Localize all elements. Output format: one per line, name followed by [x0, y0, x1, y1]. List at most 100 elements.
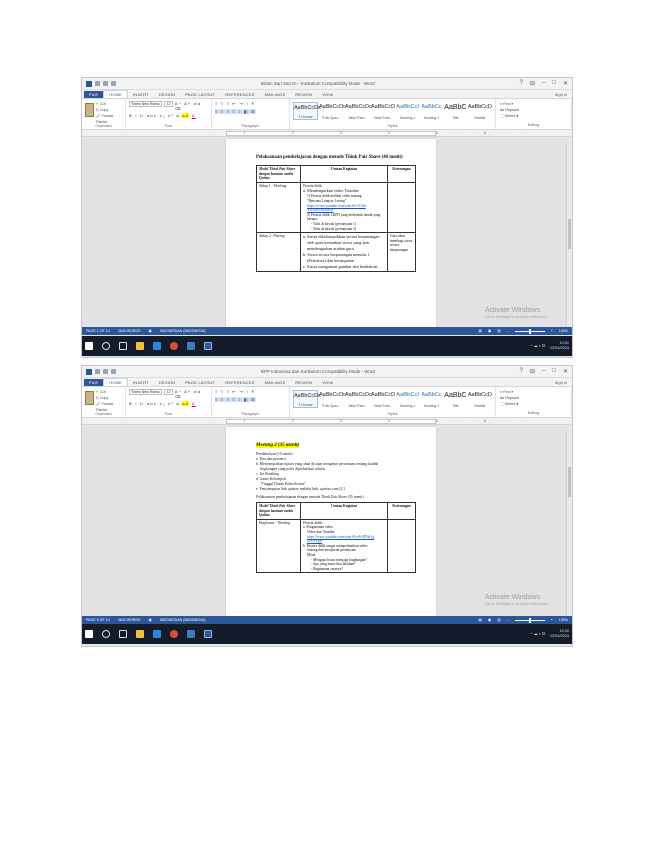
- tab-review[interactable]: REVIEW: [290, 379, 317, 386]
- page-count[interactable]: PAGE 5 OF 14: [86, 618, 110, 622]
- minimize-button[interactable]: –: [542, 80, 545, 87]
- close-button[interactable]: ✕: [563, 368, 568, 375]
- tab-design[interactable]: DESIGN: [154, 379, 181, 386]
- vertical-scrollbar[interactable]: [566, 427, 572, 616]
- font-name-select[interactable]: Times New Roma: [129, 101, 163, 107]
- file-explorer-icon[interactable]: [136, 630, 144, 638]
- font-color-icon[interactable]: A: [192, 113, 196, 118]
- tab-review[interactable]: REVIEW: [290, 91, 317, 98]
- tab-insert[interactable]: INSERT: [128, 379, 154, 386]
- style-normal[interactable]: AaBbCcDc ¶ Normal: [293, 390, 321, 408]
- tab-design[interactable]: DESIGN: [154, 91, 181, 98]
- font-color-icon[interactable]: A: [192, 401, 196, 406]
- proofing-icon[interactable]: ▣: [148, 329, 151, 333]
- page-count[interactable]: PAGE 1 OF 14: [86, 329, 110, 333]
- style-title[interactable]: AaBbC Title: [444, 390, 467, 408]
- zoom-in-icon[interactable]: +: [551, 329, 553, 333]
- help-button[interactable]: ?: [520, 80, 523, 87]
- maximize-button[interactable]: □: [552, 80, 556, 87]
- list-buttons[interactable]: ≡ ≡ ≡ ⇤ ⇥ ↕ ¶: [215, 389, 286, 394]
- highlight-icon[interactable]: ab: [182, 401, 190, 406]
- tray-icons[interactable]: ^ ☁ ◖ ⊟: [531, 632, 545, 637]
- select-button[interactable]: ⬚ Select ▾: [500, 401, 568, 407]
- sign-in-link[interactable]: Sign in: [555, 92, 570, 97]
- font-format-buttons[interactable]: B I U abc x₂ x² A ab A: [129, 113, 208, 118]
- style-table-paragraph-2[interactable]: AaBbCcD Table Para...: [371, 102, 395, 120]
- zoom-slider[interactable]: [514, 328, 545, 334]
- undo-icon[interactable]: [103, 81, 108, 86]
- scroll-thumb[interactable]: [568, 467, 571, 497]
- read-mode-icon[interactable]: ▤: [478, 329, 481, 333]
- read-mode-icon[interactable]: ▤: [478, 618, 481, 622]
- style-subtitle[interactable]: AaBbCcD Subtitle: [468, 102, 492, 120]
- start-icon[interactable]: [85, 342, 93, 350]
- tab-file[interactable]: FILE: [84, 378, 104, 386]
- store-icon[interactable]: [153, 342, 161, 350]
- align-buttons[interactable]: ≡ ≡ ≡ ≡ ↕ ◧ ⊞: [215, 109, 286, 114]
- help-button[interactable]: ?: [520, 368, 523, 375]
- style-subtitle[interactable]: AaBbCcD Subtitle: [468, 390, 492, 408]
- minimize-button[interactable]: –: [542, 368, 545, 375]
- style-heading-1[interactable]: AaBbCcI Heading 1: [396, 102, 419, 120]
- style-normal[interactable]: AaBbCcDc ¶ Normal: [293, 102, 321, 120]
- chrome-icon[interactable]: [170, 342, 178, 350]
- word-taskbar-icon[interactable]: [204, 342, 212, 350]
- print-layout-icon[interactable]: ▣: [488, 329, 491, 333]
- style-table-paragraph[interactable]: AaBbCcDc Table Para...: [345, 390, 372, 408]
- start-icon[interactable]: [85, 630, 93, 638]
- document-page[interactable]: Meeting 2 (35 menit) Pendahuluan (10 men…: [226, 427, 436, 616]
- font-size-buttons[interactable]: A^ A˅ Aa ⌫: [175, 101, 208, 111]
- web-layout-icon[interactable]: ▥: [497, 618, 500, 622]
- zoom-level[interactable]: 100%: [559, 329, 568, 333]
- zoom-out-icon[interactable]: –: [507, 329, 509, 333]
- vertical-scrollbar[interactable]: [566, 139, 572, 327]
- close-button[interactable]: ✕: [563, 80, 568, 87]
- highlight-icon[interactable]: ab: [182, 113, 190, 118]
- style-heading-2[interactable]: AaBbCc Heading 2: [420, 102, 443, 120]
- tab-mailings[interactable]: MAILINGS: [260, 91, 291, 98]
- save-icon[interactable]: [95, 81, 100, 86]
- ribbon-display-button[interactable]: ⊟: [530, 80, 535, 87]
- paste-button[interactable]: [85, 391, 95, 405]
- search-icon[interactable]: [102, 630, 110, 638]
- font-size-buttons[interactable]: A^ A˅ Aa ⌫: [175, 389, 208, 399]
- proofing-icon[interactable]: ▣: [148, 618, 151, 622]
- style-table-paragraph-2[interactable]: AaBbCcD Table Para...: [371, 390, 395, 408]
- tab-home[interactable]: HOME: [103, 378, 129, 386]
- font-size-select[interactable]: 12: [164, 389, 173, 395]
- search-icon[interactable]: [102, 342, 110, 350]
- tab-page-layout[interactable]: PAGE LAYOUT: [180, 91, 220, 98]
- tab-page-layout[interactable]: PAGE LAYOUT: [180, 379, 220, 386]
- tab-file[interactable]: FILE: [84, 90, 104, 98]
- sign-in-link[interactable]: Sign in: [555, 380, 570, 385]
- tray-icons[interactable]: ^ ☁ ◖ ⊟: [531, 344, 545, 349]
- undo-icon[interactable]: [103, 369, 108, 374]
- system-tray[interactable]: ^ ☁ ◖ ⊟ 10:01 12/04/2024: [531, 341, 569, 351]
- style-heading-1[interactable]: AaBbCcI Heading 1: [396, 390, 419, 408]
- language[interactable]: INDONESIAN (INDONESIA): [160, 618, 206, 622]
- style-table-paragraph[interactable]: AaBbCcDc Table Para...: [345, 102, 372, 120]
- store-icon[interactable]: [153, 630, 161, 638]
- horizontal-ruler[interactable]: · 1 · · · 2 · · · 3 · · · 4 · · · 5 · · …: [82, 130, 572, 137]
- zoom-out-icon[interactable]: –: [507, 618, 509, 622]
- list-buttons[interactable]: ≡ ≡ ≡ ⇤ ⇥ ↕ ¶: [215, 101, 286, 106]
- style-no-spacing[interactable]: AaBbCcDc ¶ No Spac...: [319, 390, 346, 408]
- scroll-thumb[interactable]: [568, 219, 571, 249]
- word-count[interactable]: 3843 WORDS: [118, 329, 141, 333]
- align-buttons[interactable]: ≡ ≡ ≡ ≡ ↕ ◧ ⊞: [215, 397, 286, 402]
- ribbon-display-button[interactable]: ⊟: [530, 368, 535, 375]
- chrome-icon[interactable]: [170, 630, 178, 638]
- horizontal-ruler[interactable]: · 1 · · · 2 · · · 3 · · · 4 · · · 5 · · …: [82, 418, 572, 425]
- zoom-in-icon[interactable]: +: [551, 618, 553, 622]
- style-title[interactable]: AaBbC Title: [444, 102, 467, 120]
- edge-icon[interactable]: [187, 630, 195, 638]
- print-layout-icon[interactable]: ▣: [488, 618, 491, 622]
- zoom-slider[interactable]: [514, 617, 545, 623]
- document-page[interactable]: Pelaksanaan pembelajaran dengan metode T…: [226, 139, 436, 327]
- zoom-level[interactable]: 100%: [559, 618, 568, 622]
- tab-home[interactable]: HOME: [103, 90, 129, 98]
- web-layout-icon[interactable]: ▥: [497, 329, 500, 333]
- tab-references[interactable]: REFERENCES: [220, 379, 259, 386]
- font-name-select[interactable]: Times New Roma: [129, 389, 163, 395]
- select-button[interactable]: ⬚ Select ▾: [500, 113, 568, 119]
